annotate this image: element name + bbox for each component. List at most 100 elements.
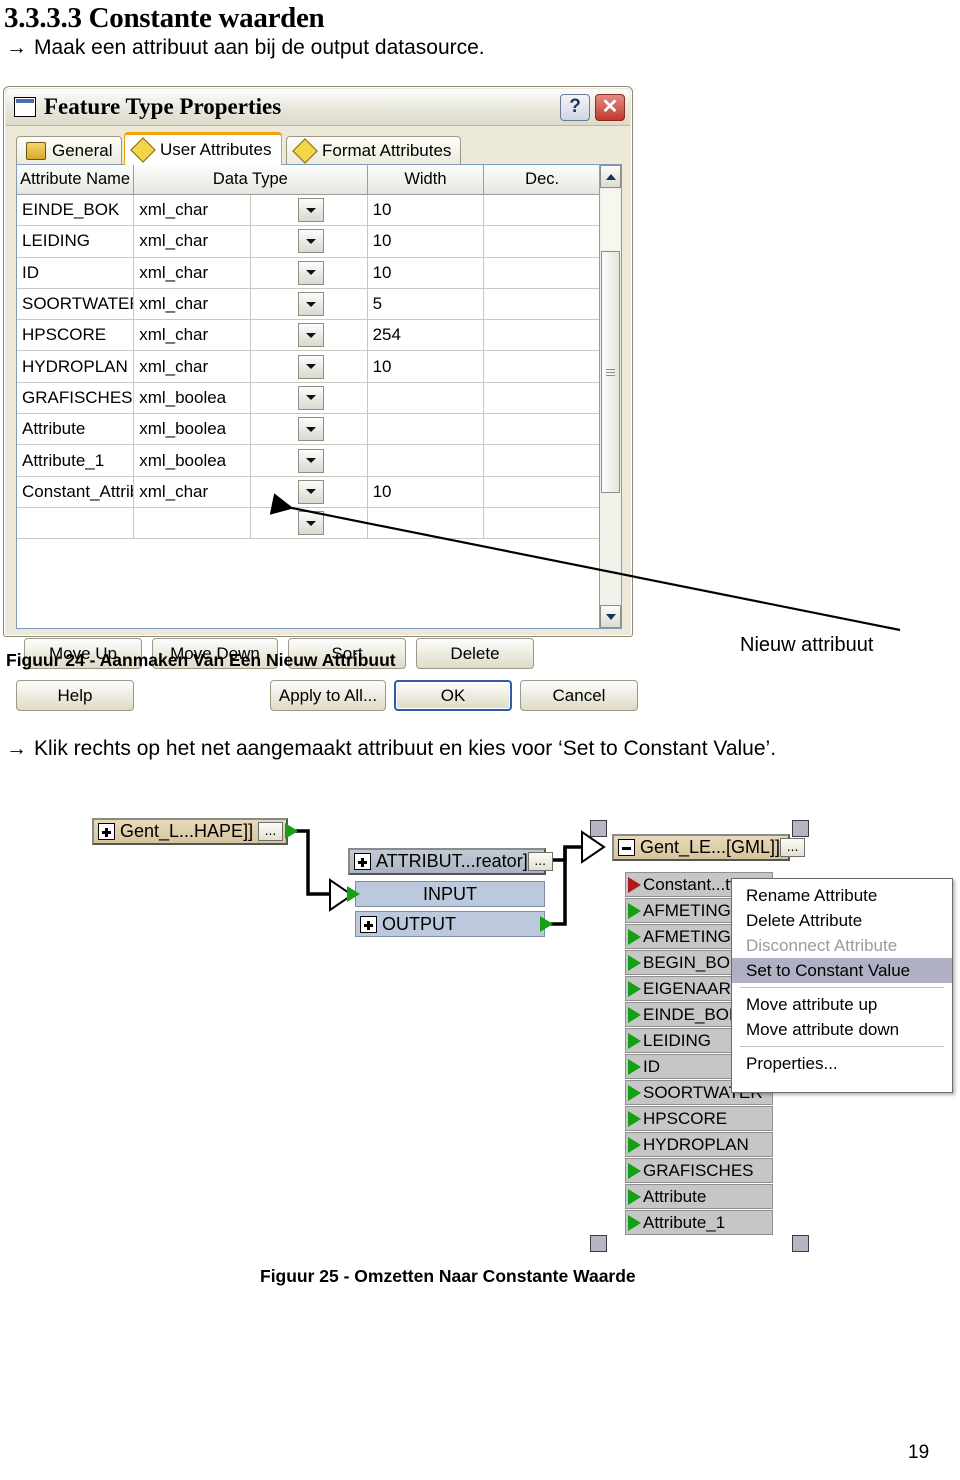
source-node-header[interactable]: Gent_L...HAPE]] ... xyxy=(92,818,288,845)
cell-width[interactable] xyxy=(366,413,484,446)
cell-dec[interactable] xyxy=(483,288,601,321)
selection-handle[interactable] xyxy=(792,1235,809,1252)
cell-width[interactable] xyxy=(366,507,484,540)
delete-button[interactable]: Delete xyxy=(416,638,534,669)
chevron-down-icon[interactable] xyxy=(298,417,325,442)
tab-format-attributes[interactable]: Format Attributes xyxy=(286,136,462,165)
cell-datatype-dropdown[interactable] xyxy=(249,288,368,321)
cell-datatype-dropdown[interactable] xyxy=(249,476,368,508)
table-row-constant-attribute[interactable]: Constant_Attribute xml_char 10 xyxy=(17,476,601,508)
ok-button[interactable]: OK xyxy=(394,680,512,711)
cell-datatype-dropdown[interactable] xyxy=(249,350,368,383)
cell-attribute-name[interactable]: HPSCORE xyxy=(17,319,134,352)
destination-node-header[interactable]: Gent_LE...[GML]] ... xyxy=(612,834,806,861)
cell-width[interactable]: 10 xyxy=(366,194,484,227)
table-row[interactable]: ID xml_char 10 xyxy=(17,257,601,289)
cell-attribute-name[interactable]: LEIDING xyxy=(17,225,134,258)
cell-dec[interactable] xyxy=(483,476,601,508)
transformer-node-header[interactable]: ATTRIBUT...reator] ... xyxy=(348,848,553,875)
expand-plus-icon[interactable] xyxy=(98,823,115,840)
cell-dec[interactable] xyxy=(483,507,601,540)
cell-data-type[interactable]: xml_boolea xyxy=(133,413,251,446)
attribute-row[interactable]: HYDROPLAN xyxy=(625,1132,773,1157)
grid-vertical-scrollbar[interactable] xyxy=(599,165,621,628)
cell-dec[interactable] xyxy=(483,444,601,477)
attribute-row[interactable]: Attribute xyxy=(625,1184,773,1209)
cell-attribute-name[interactable]: Constant_Attribute xyxy=(17,476,134,508)
cell-data-type[interactable]: xml_char xyxy=(133,350,251,383)
expand-plus-icon[interactable] xyxy=(354,853,371,870)
menu-item-properties[interactable]: Properties... xyxy=(732,1051,952,1076)
column-header-width[interactable]: Width xyxy=(367,165,485,195)
cell-width[interactable]: 10 xyxy=(366,225,484,258)
cell-width[interactable]: 10 xyxy=(366,476,484,508)
cell-data-type[interactable]: xml_char xyxy=(133,288,251,321)
chevron-down-icon[interactable] xyxy=(298,229,325,254)
cell-data-type[interactable]: xml_boolea xyxy=(133,382,251,415)
scroll-up-button[interactable] xyxy=(600,165,621,188)
selection-handle[interactable] xyxy=(792,820,809,837)
scroll-down-button[interactable] xyxy=(600,605,621,628)
cell-data-type[interactable]: xml_char xyxy=(133,225,251,258)
tab-user-attributes[interactable]: User Attributes xyxy=(124,132,282,165)
collapse-minus-icon[interactable] xyxy=(618,839,635,856)
cell-attribute-name[interactable]: SOORTWATER xyxy=(17,288,134,321)
cell-dec[interactable] xyxy=(483,413,601,446)
cell-attribute-name[interactable]: Attribute xyxy=(17,413,134,446)
cell-dec[interactable] xyxy=(483,257,601,289)
cell-width[interactable]: 254 xyxy=(366,319,484,352)
cell-data-type[interactable]: xml_char xyxy=(133,319,251,352)
cell-datatype-dropdown[interactable] xyxy=(249,194,368,227)
chevron-down-icon[interactable] xyxy=(298,479,325,504)
cell-width[interactable] xyxy=(366,382,484,415)
chevron-down-icon[interactable] xyxy=(298,385,325,410)
source-node-browse-button[interactable]: ... xyxy=(258,822,283,841)
table-row[interactable]: LEIDING xml_char 10 xyxy=(17,225,601,258)
table-row[interactable]: Attribute xml_boolea xyxy=(17,413,601,446)
cell-attribute-name[interactable]: ID xyxy=(17,257,134,289)
destination-node-browse-button[interactable]: ... xyxy=(780,838,806,857)
cell-attribute-name[interactable]: HYDROPLAN xyxy=(17,350,134,383)
chevron-down-icon[interactable] xyxy=(298,260,325,285)
table-row[interactable]: GRAFISCHES xml_boolea xyxy=(17,382,601,415)
cell-data-type[interactable]: xml_char xyxy=(133,476,251,508)
cell-datatype-dropdown[interactable] xyxy=(249,257,368,289)
cell-attribute-name[interactable]: GRAFISCHES xyxy=(17,382,134,415)
cell-datatype-dropdown[interactable] xyxy=(249,507,368,540)
selection-handle[interactable] xyxy=(590,820,607,837)
cell-data-type[interactable]: xml_char xyxy=(133,194,251,227)
menu-item-set-to-constant-value[interactable]: Set to Constant Value xyxy=(732,958,952,983)
selection-handle[interactable] xyxy=(590,1235,607,1252)
chevron-down-icon[interactable] xyxy=(298,198,325,223)
help-button[interactable]: ? xyxy=(560,93,590,121)
expand-plus-icon[interactable] xyxy=(360,915,377,933)
cell-width[interactable]: 10 xyxy=(366,350,484,383)
column-header-dec[interactable]: Dec. xyxy=(483,165,601,195)
cancel-button[interactable]: Cancel xyxy=(520,680,638,711)
cell-data-type[interactable] xyxy=(133,507,251,540)
cell-dec[interactable] xyxy=(483,225,601,258)
cell-datatype-dropdown[interactable] xyxy=(249,225,368,258)
table-row[interactable]: HYDROPLAN xml_char 10 xyxy=(17,350,601,383)
cell-dec[interactable] xyxy=(483,350,601,383)
chevron-down-icon[interactable] xyxy=(298,511,325,536)
menu-item-move-attribute-down[interactable]: Move attribute down xyxy=(732,1017,952,1042)
chevron-down-icon[interactable] xyxy=(298,292,325,317)
tab-general[interactable]: General xyxy=(16,136,123,165)
scrollbar-track[interactable] xyxy=(601,189,620,250)
cell-data-type[interactable]: xml_boolea xyxy=(133,444,251,477)
cell-data-type[interactable]: xml_char xyxy=(133,257,251,289)
chevron-down-icon[interactable] xyxy=(298,448,325,473)
chevron-down-icon[interactable] xyxy=(298,354,325,379)
cell-dec[interactable] xyxy=(483,382,601,415)
chevron-down-icon[interactable] xyxy=(298,323,325,348)
cell-attribute-name[interactable]: Attribute_1 xyxy=(17,444,134,477)
column-header-attribute-name[interactable]: Attribute Name xyxy=(17,165,135,195)
menu-item-move-attribute-up[interactable]: Move attribute up xyxy=(732,992,952,1017)
cell-width[interactable]: 5 xyxy=(366,288,484,321)
transformer-port-output[interactable]: OUTPUT xyxy=(355,911,545,937)
cell-attribute-name[interactable]: EINDE_BOK xyxy=(17,194,134,227)
table-row[interactable]: EINDE_BOK xml_char 10 xyxy=(17,194,601,227)
help-action-button[interactable]: Help xyxy=(16,680,134,711)
cell-width[interactable] xyxy=(366,444,484,477)
